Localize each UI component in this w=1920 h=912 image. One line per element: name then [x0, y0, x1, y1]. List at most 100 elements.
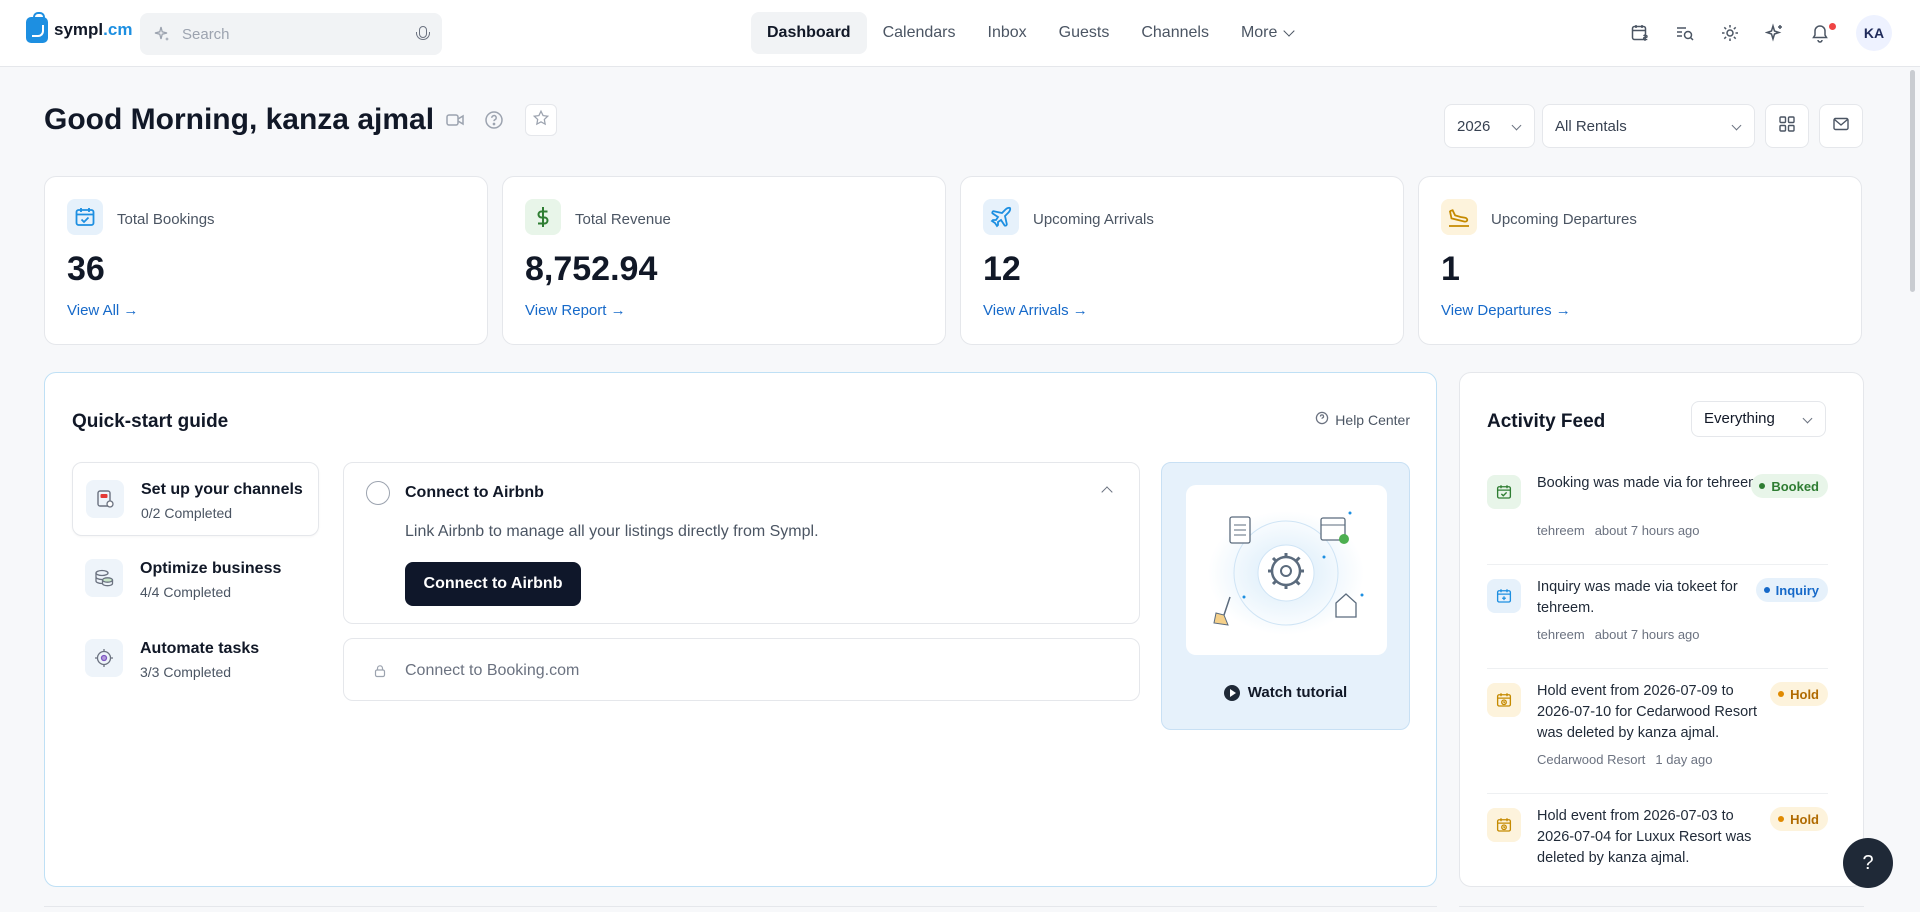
nav-more-label: More: [1240, 24, 1278, 41]
activity-filter-select[interactable]: Everything: [1691, 401, 1826, 437]
feed-item-text: Hold event from 2026-07-09 to 2026-07-10…: [1537, 683, 1758, 741]
automation-gear-icon: [85, 639, 123, 677]
email-button[interactable]: [1819, 104, 1863, 148]
stat-card-upcoming-arrivals: Upcoming Arrivals 12 View Arrivals →: [960, 176, 1404, 345]
task-checkbox[interactable]: [366, 481, 390, 505]
shopping-bag-logo-icon: [26, 12, 48, 43]
step-title: Optimize business: [140, 560, 282, 577]
feed-item-time: about 7 hours ago: [1594, 523, 1700, 538]
lock-icon: [373, 664, 387, 683]
feed-item-time: 1 day ago: [1655, 752, 1713, 767]
top-navigation-bar: sympl.cm Search Dashboard Calendars Inbo…: [0, 0, 1920, 67]
sympl-logo[interactable]: sympl.cm: [26, 12, 133, 43]
chevron-up-icon[interactable]: [1101, 486, 1113, 498]
calendar-check-icon: [67, 199, 103, 235]
channel-setup-icon: [86, 480, 124, 518]
watch-tutorial-button[interactable]: Watch tutorial: [1162, 684, 1409, 701]
nav-more[interactable]: More: [1225, 12, 1309, 54]
page-scrollbar[interactable]: [1910, 70, 1915, 292]
step-progress: 4/4 Completed: [140, 584, 232, 600]
task-connect-booking[interactable]: Connect to Booking.com: [343, 638, 1140, 701]
task-description: Link Airbnb to manage all your listings …: [405, 523, 819, 540]
connect-airbnb-button[interactable]: Connect to Airbnb: [405, 562, 581, 606]
main-nav: Dashboard Calendars Inbox Guests Channel…: [751, 12, 1309, 54]
calendar-dollar-icon[interactable]: [1629, 22, 1651, 44]
feed-item[interactable]: Inquiry was made via tokeet for tehreem.…: [1487, 577, 1828, 669]
stat-value: 1: [1441, 250, 1460, 288]
view-departures-link[interactable]: View Departures →: [1441, 302, 1571, 319]
ai-sparkle-icon[interactable]: [1764, 22, 1786, 44]
feed-item-source: tehreem: [1537, 627, 1585, 642]
view-all-link[interactable]: View All →: [67, 302, 138, 319]
chevron-down-icon: [1731, 120, 1742, 131]
chevron-down-icon: [1511, 120, 1522, 131]
video-camera-icon[interactable]: [445, 110, 465, 135]
search-list-icon[interactable]: [1674, 22, 1696, 44]
stat-value: 8,752.94: [525, 250, 658, 288]
help-circle-icon: [1315, 411, 1329, 428]
nav-channels[interactable]: Channels: [1125, 12, 1225, 54]
calendar-check-icon: [1487, 475, 1521, 509]
stat-label: Upcoming Arrivals: [1033, 211, 1154, 228]
task-title: Connect to Booking.com: [405, 662, 580, 679]
nav-inbox[interactable]: Inbox: [972, 12, 1043, 54]
tutorial-card[interactable]: Watch tutorial: [1161, 462, 1410, 730]
calendar-clock-icon: [1487, 683, 1521, 717]
task-title: Connect to Airbnb: [405, 484, 544, 501]
star-icon: [532, 109, 550, 132]
feed-item-source: Cedarwood Resort: [1537, 752, 1646, 767]
feed-item[interactable]: Booking was made via for tehreem. tehree…: [1487, 473, 1828, 565]
help-chat-button[interactable]: ?: [1843, 838, 1893, 888]
view-arrivals-link[interactable]: View Arrivals →: [983, 302, 1088, 319]
feed-item-source: tehreem: [1537, 523, 1585, 538]
stat-label: Upcoming Departures: [1491, 211, 1637, 228]
microphone-icon[interactable]: [416, 26, 430, 42]
rentals-select[interactable]: All Rentals: [1542, 104, 1755, 148]
stat-card-total-bookings: Total Bookings 36 View All →: [44, 176, 488, 345]
year-select[interactable]: 2026: [1444, 104, 1535, 148]
nav-dashboard[interactable]: Dashboard: [751, 12, 867, 54]
step-optimize-business[interactable]: Optimize business 4/4 Completed: [72, 542, 319, 616]
year-select-value: 2026: [1457, 117, 1491, 135]
plane-landing-icon: [1441, 199, 1477, 235]
help-center-label: Help Center: [1335, 411, 1410, 428]
grid-icon: [1778, 115, 1796, 138]
grid-layout-button[interactable]: [1765, 104, 1809, 148]
feed-item-text: Hold event from 2026-07-03 to 2026-07-04…: [1537, 808, 1752, 866]
stat-value: 12: [983, 250, 1021, 288]
activity-feed: Activity Feed Everything Booking was mad…: [1459, 372, 1864, 887]
logo-text: sympl.cm: [54, 20, 133, 39]
feed-item-meta: Cedarwood Resort 1 day ago: [1537, 752, 1713, 767]
activity-filter-value: Everything: [1704, 410, 1775, 427]
task-connect-airbnb: Connect to Airbnb Link Airbnb to manage …: [343, 462, 1140, 624]
favorite-button[interactable]: [525, 104, 557, 136]
stat-label: Total Bookings: [117, 211, 215, 228]
nav-guests[interactable]: Guests: [1043, 12, 1126, 54]
help-circle-icon[interactable]: [484, 110, 504, 135]
user-avatar[interactable]: KA: [1856, 15, 1892, 51]
status-badge: Booked: [1751, 474, 1828, 498]
feed-item-meta: tehreem about 7 hours ago: [1537, 523, 1700, 538]
search-placeholder: Search: [182, 25, 230, 43]
feed-item[interactable]: Hold event from 2026-07-03 to 2026-07-04…: [1487, 806, 1828, 886]
bell-icon[interactable]: [1809, 22, 1831, 44]
notification-dot: [1829, 23, 1836, 30]
calendar-clock-icon: [1487, 808, 1521, 842]
view-report-link[interactable]: View Report →: [525, 302, 626, 319]
feed-item-time: about 7 hours ago: [1594, 627, 1700, 642]
nav-calendars[interactable]: Calendars: [867, 12, 972, 54]
chevron-down-icon: [1283, 25, 1296, 37]
settings-gear-icon[interactable]: [1719, 22, 1741, 44]
dollar-icon: [525, 199, 561, 235]
help-center-link[interactable]: Help Center: [1315, 411, 1410, 428]
search-input[interactable]: Search: [140, 13, 442, 55]
step-automate-tasks[interactable]: Automate tasks 3/3 Completed: [72, 622, 319, 696]
sparkle-icon: [154, 26, 170, 42]
step-set-up-channels[interactable]: Set up your channels 0/2 Completed: [72, 462, 319, 536]
mail-icon: [1832, 115, 1850, 138]
calendar-plus-icon: [1487, 579, 1521, 613]
feed-item[interactable]: Hold event from 2026-07-09 to 2026-07-10…: [1487, 681, 1828, 794]
status-badge: Hold: [1770, 682, 1828, 706]
step-progress: 0/2 Completed: [141, 505, 233, 521]
play-icon: [1223, 684, 1240, 701]
